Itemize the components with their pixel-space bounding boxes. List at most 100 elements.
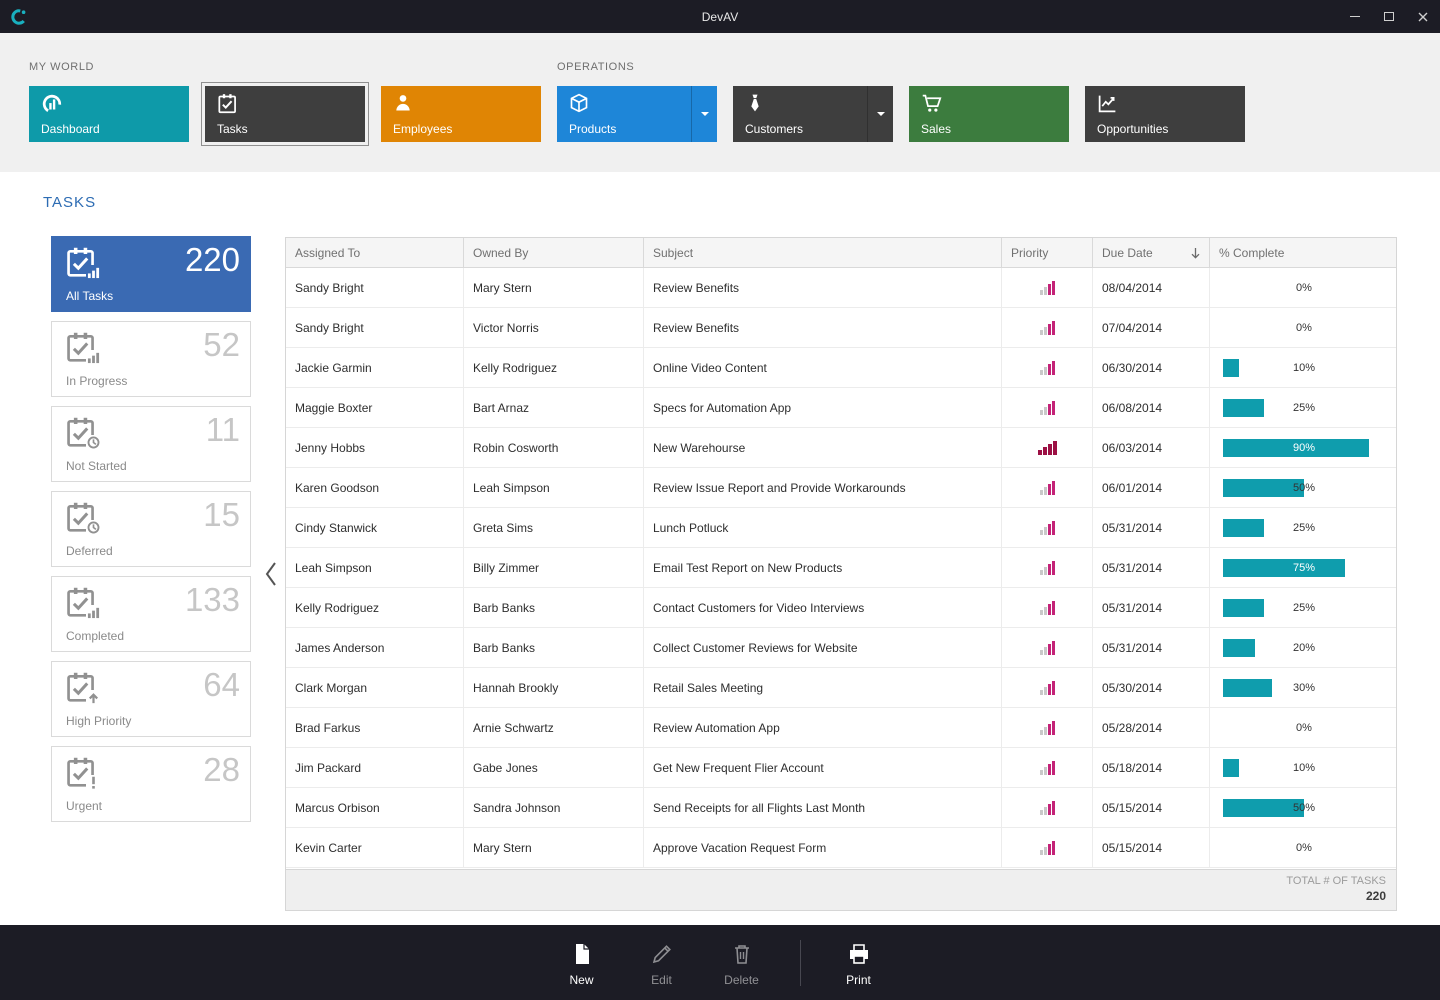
table-row[interactable]: Maggie Boxter Bart Arnaz Specs for Autom… xyxy=(286,388,1396,428)
priority-bars-icon xyxy=(1040,401,1055,415)
progress-label: 50% xyxy=(1223,479,1385,497)
chevron-left-icon xyxy=(264,561,278,587)
edit-button-label: Edit xyxy=(651,973,672,987)
maximize-icon xyxy=(1384,12,1394,21)
opportunities-icon xyxy=(1097,93,1118,114)
tile-opportunities[interactable]: Opportunities xyxy=(1085,86,1245,142)
cell-subject: Collect Customer Reviews for Website xyxy=(644,628,1002,667)
maximize-button[interactable] xyxy=(1372,0,1406,33)
cell-priority xyxy=(1002,708,1093,747)
filter-label: Urgent xyxy=(66,799,102,813)
table-row[interactable]: Sandy Bright Victor Norris Review Benefi… xyxy=(286,308,1396,348)
cell-owned-by: Leah Simpson xyxy=(464,468,644,507)
chevron-down-icon xyxy=(701,112,709,116)
table-row[interactable]: James Anderson Barb Banks Collect Custom… xyxy=(286,628,1396,668)
table-row[interactable]: Marcus Orbison Sandra Johnson Send Recei… xyxy=(286,788,1396,828)
tile-sales[interactable]: Sales xyxy=(909,86,1069,142)
cell-priority xyxy=(1002,828,1093,867)
edit-button[interactable]: Edit xyxy=(630,938,694,987)
table-header: Assigned To Owned By Subject Priority Du… xyxy=(286,238,1396,268)
tile-products[interactable]: Products xyxy=(557,86,717,142)
table-row[interactable]: Clark Morgan Hannah Brookly Retail Sales… xyxy=(286,668,1396,708)
cell-assigned-to: Karen Goodson xyxy=(286,468,464,507)
cell-subject: Get New Frequent Flier Account xyxy=(644,748,1002,787)
filter-in-progress[interactable]: 52 In Progress xyxy=(51,321,251,397)
cell-owned-by: Barb Banks xyxy=(464,628,644,667)
filter-not-started[interactable]: 11 Not Started xyxy=(51,406,251,482)
task-clock-icon xyxy=(65,416,97,448)
nav-group-label: MY WORLD xyxy=(29,61,541,73)
window-controls xyxy=(1338,0,1440,33)
cell-subject: Send Receipts for all Flights Last Month xyxy=(644,788,1002,827)
table-row[interactable]: Kelly Rodriguez Barb Banks Contact Custo… xyxy=(286,588,1396,628)
table-row[interactable]: Brad Farkus Arnie Schwartz Review Automa… xyxy=(286,708,1396,748)
table-row[interactable]: Jenny Hobbs Robin Cosworth New Warehours… xyxy=(286,428,1396,468)
priority-bars-icon xyxy=(1040,761,1055,775)
progress-track: 0% xyxy=(1223,319,1385,337)
filter-all-tasks[interactable]: 220 All Tasks xyxy=(51,236,251,312)
toolbar-separator xyxy=(800,940,801,986)
cell-subject: New Warehourse xyxy=(644,428,1002,467)
table-body: Sandy Bright Mary Stern Review Benefits … xyxy=(286,268,1396,871)
column-header-subject[interactable]: Subject xyxy=(644,238,1002,267)
filter-label: Deferred xyxy=(66,544,113,558)
total-tasks-label: TOTAL # OF TASKS xyxy=(286,875,1386,887)
tile-label: Opportunities xyxy=(1097,122,1168,136)
cell-assigned-to: Kevin Carter xyxy=(286,828,464,867)
priority-bars-icon xyxy=(1040,361,1055,375)
minimize-button[interactable] xyxy=(1338,0,1372,33)
column-header-owned-by[interactable]: Owned By xyxy=(464,238,644,267)
cell-subject: Email Test Report on New Products xyxy=(644,548,1002,587)
tile-dropdown-button[interactable] xyxy=(691,86,717,142)
table-row[interactable]: Jackie Garmin Kelly Rodriguez Online Vid… xyxy=(286,348,1396,388)
progress-label: 10% xyxy=(1223,759,1385,777)
tile-label: Tasks xyxy=(217,122,248,136)
progress-track: 50% xyxy=(1223,479,1385,497)
progress-track: 25% xyxy=(1223,399,1385,417)
tile-employees[interactable]: Employees xyxy=(381,86,541,142)
priority-bars-icon xyxy=(1040,641,1055,655)
new-button[interactable]: New xyxy=(550,938,614,987)
tile-dropdown-button[interactable] xyxy=(867,86,893,142)
collapse-sidebar-button[interactable] xyxy=(261,560,281,588)
cell-owned-by: Billy Zimmer xyxy=(464,548,644,587)
cell-due-date: 06/03/2014 xyxy=(1093,428,1210,467)
cell-priority xyxy=(1002,628,1093,667)
cell-owned-by: Robin Cosworth xyxy=(464,428,644,467)
cell-subject: Review Automation App xyxy=(644,708,1002,747)
filter-deferred[interactable]: 15 Deferred xyxy=(51,491,251,567)
table-row[interactable]: Leah Simpson Billy Zimmer Email Test Rep… xyxy=(286,548,1396,588)
progress-label: 0% xyxy=(1223,319,1385,337)
table-row[interactable]: Karen Goodson Leah Simpson Review Issue … xyxy=(286,468,1396,508)
column-header-priority[interactable]: Priority xyxy=(1002,238,1093,267)
progress-track: 25% xyxy=(1223,519,1385,537)
tile-dashboard[interactable]: Dashboard xyxy=(29,86,189,142)
table-row[interactable]: Cindy Stanwick Greta Sims Lunch Potluck … xyxy=(286,508,1396,548)
table-row[interactable]: Sandy Bright Mary Stern Review Benefits … xyxy=(286,268,1396,308)
cell-assigned-to: Marcus Orbison xyxy=(286,788,464,827)
filter-high-priority[interactable]: 64 High Priority xyxy=(51,661,251,737)
print-button[interactable]: Print xyxy=(827,938,891,987)
filter-completed[interactable]: 133 Completed xyxy=(51,576,251,652)
filter-label: All Tasks xyxy=(66,289,113,303)
cell-due-date: 06/01/2014 xyxy=(1093,468,1210,507)
sort-desc-icon xyxy=(1190,247,1201,259)
tile-customers[interactable]: Customers xyxy=(733,86,893,142)
cell-percent-complete: 0% xyxy=(1210,268,1396,307)
table-row[interactable]: Kevin Carter Mary Stern Approve Vacation… xyxy=(286,828,1396,868)
progress-label: 0% xyxy=(1223,719,1385,737)
column-header-due-date[interactable]: Due Date xyxy=(1093,238,1210,267)
column-header-percent-complete[interactable]: % Complete xyxy=(1210,238,1396,267)
delete-button-label: Delete xyxy=(724,973,759,987)
cell-due-date: 05/28/2014 xyxy=(1093,708,1210,747)
column-header-assigned-to[interactable]: Assigned To xyxy=(286,238,464,267)
delete-button[interactable]: Delete xyxy=(710,938,774,987)
cell-subject: Specs for Automation App xyxy=(644,388,1002,427)
close-button[interactable] xyxy=(1406,0,1440,33)
filter-urgent[interactable]: 28 Urgent xyxy=(51,746,251,822)
dashboard-icon xyxy=(41,93,63,115)
cell-owned-by: Mary Stern xyxy=(464,268,644,307)
table-row[interactable]: Jim Packard Gabe Jones Get New Frequent … xyxy=(286,748,1396,788)
tile-tasks[interactable]: Tasks xyxy=(205,86,365,142)
task-arrow-up-icon xyxy=(65,671,97,703)
